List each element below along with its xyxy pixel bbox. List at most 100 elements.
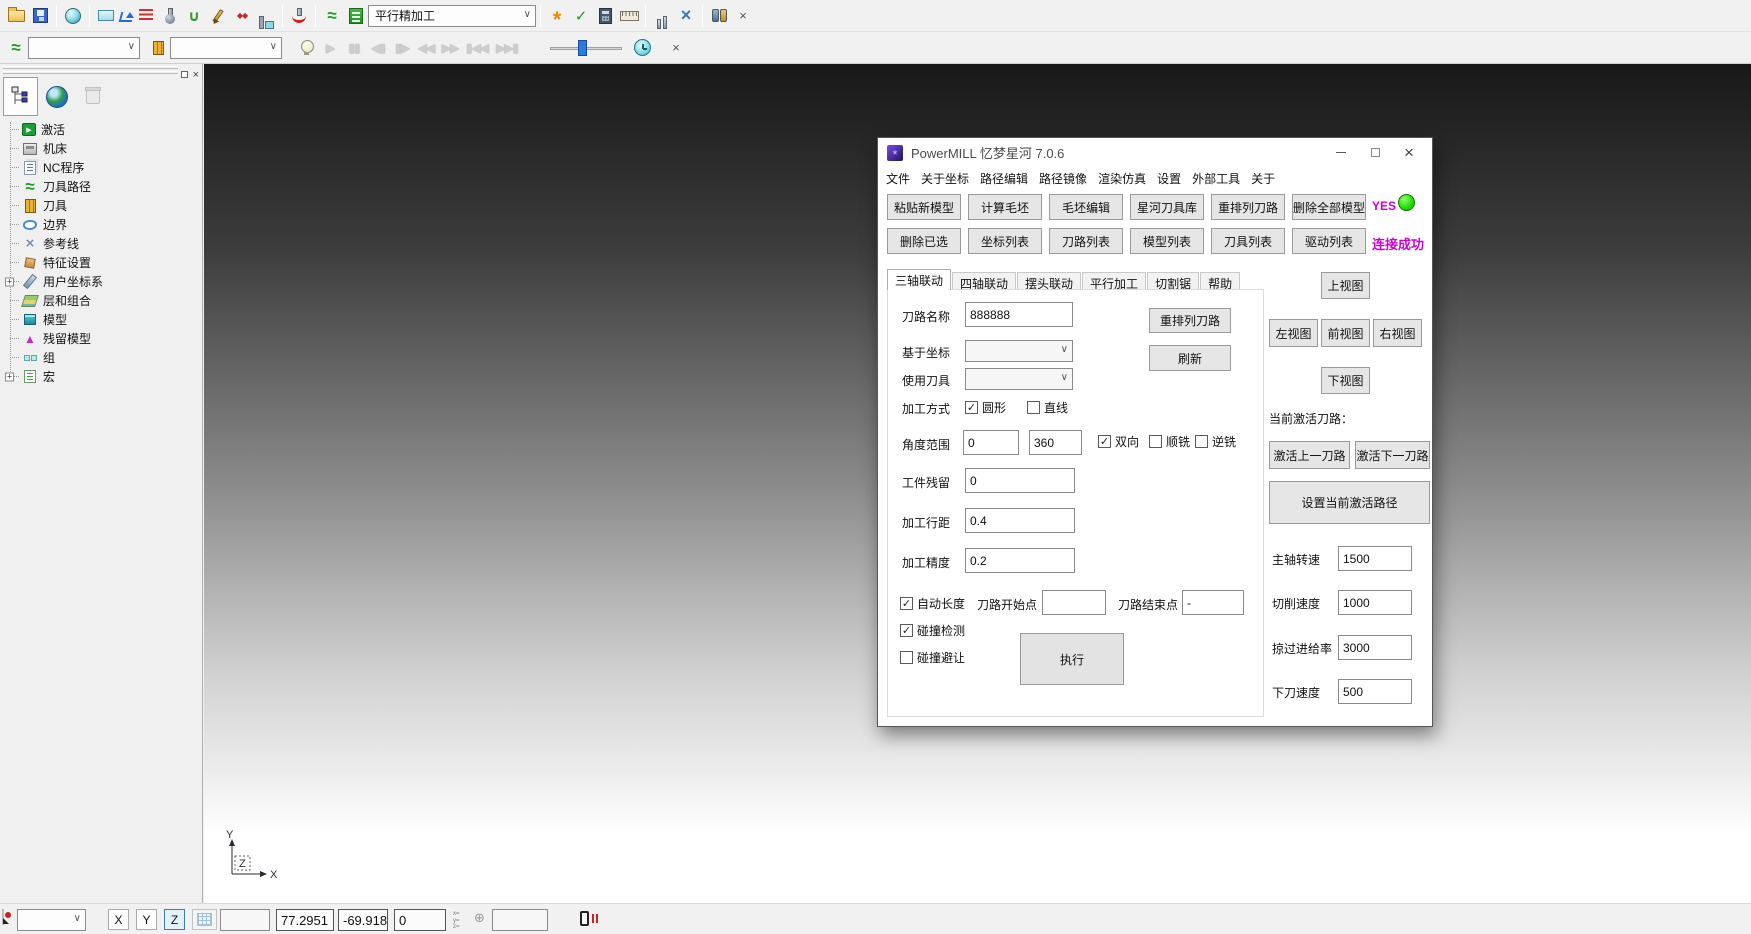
menu-coords[interactable]: 关于坐标 [921,170,969,187]
step-forward-icon[interactable] [390,35,414,61]
drive-list-button[interactable]: 驱动列表 [1292,228,1366,254]
shaded-ball-icon[interactable] [61,3,85,29]
auto-length-checkbox[interactable] [900,597,913,610]
execute-button[interactable]: 执行 [1020,633,1124,685]
view-bottom-button[interactable]: 下视图 [1321,367,1370,394]
circle-checkbox[interactable] [965,401,978,414]
grid-toggle-button[interactable] [192,909,217,930]
tab-3axis[interactable]: 三轴联动 [887,269,951,290]
float-panel-icon[interactable] [181,71,188,78]
go-start-icon[interactable] [462,35,492,61]
set-active-path-button[interactable]: 设置当前激活路径 [1269,481,1430,524]
skim-feed-input[interactable] [1338,635,1412,660]
conventional-checkbox[interactable] [1195,435,1208,448]
tab-explorer[interactable] [3,77,38,116]
menu-file[interactable]: 文件 [886,170,910,187]
refresh-button[interactable]: 刷新 [1149,345,1231,371]
start-point-input[interactable] [1042,590,1106,615]
close-panel-icon[interactable] [193,67,199,81]
activate-prev-button[interactable]: 激活上一刀路 [1269,441,1350,469]
coordinate-x-field[interactable]: 77.2951 [276,909,334,931]
menu-external-tools[interactable]: 外部工具 [1192,170,1240,187]
coord-list-button[interactable]: 坐标列表 [968,228,1042,254]
calculator-icon[interactable] [593,3,617,29]
collision-check-checkbox[interactable] [900,624,913,637]
activate-next-button[interactable]: 激活下一刀路 [1355,441,1430,469]
toolpath-select-combo[interactable] [28,37,140,59]
axis-y-button[interactable]: Y [136,909,157,930]
tree-item-levels[interactable]: 层和组合 [0,291,202,310]
close-toolbar-icon[interactable] [731,3,755,29]
end-point-input[interactable] [1182,590,1244,615]
tree-item-workplane[interactable]: 用户坐标系 [0,272,202,291]
menu-path-mirror[interactable]: 路径镜像 [1039,170,1087,187]
slider-handle[interactable] [578,40,587,56]
line-checkbox[interactable] [1027,401,1040,414]
tab-display[interactable] [39,77,74,116]
cut-icon[interactable] [674,3,698,29]
open-file-icon[interactable] [4,3,28,29]
paste-new-model-button[interactable]: 粘贴新模型 [887,194,961,220]
menu-render-sim[interactable]: 渲染仿真 [1098,170,1146,187]
delete-all-models-button[interactable]: 删除全部模型 [1292,194,1366,220]
calc-block-button[interactable]: 计算毛坯 [968,194,1042,220]
tree-item-macro[interactable]: 宏 [0,367,202,386]
tree-item-group[interactable]: 组 [0,348,202,367]
save-icon[interactable] [28,3,52,29]
position-anchor-icon[interactable] [474,910,485,926]
axis-z-button[interactable]: Z [164,909,185,930]
color-swatch-icon[interactable] [2,909,4,925]
verify-check-icon[interactable] [569,3,593,29]
tool-arc-icon[interactable] [287,3,311,29]
expand-icon[interactable] [5,277,14,286]
menu-path-edit[interactable]: 路径编辑 [980,170,1028,187]
clock-icon[interactable] [630,35,654,61]
plunge-speed-input[interactable] [1338,679,1412,704]
draw-path-icon[interactable] [118,9,134,23]
view-right-button[interactable]: 右视图 [1373,319,1422,347]
tool-library-button[interactable]: 星河刀具库 [1130,194,1204,220]
toolpath-combo[interactable]: 平行精加工 [368,5,536,27]
binoculars-icon[interactable] [707,3,731,29]
toolpath-name-input[interactable] [965,302,1073,327]
feature-tool-icon[interactable] [254,3,278,29]
tolerance-input[interactable] [965,548,1075,573]
minimize-button[interactable] [1324,138,1358,167]
expand-icon[interactable] [5,372,14,381]
play-icon[interactable] [318,35,342,61]
toolpath-wave-icon[interactable] [4,35,28,61]
go-end-icon[interactable] [492,35,522,61]
dialog-titlebar[interactable]: PowerMILL 忆梦星河 7.0.6 [878,138,1432,167]
tree-item-machine[interactable]: 机床 [0,139,202,158]
tree-item-feature-set[interactable]: 特征设置 [0,253,202,272]
tab-4axis[interactable]: 四轴联动 [952,272,1016,290]
block-edit-button[interactable]: 毛坯编辑 [1049,194,1123,220]
pause-icon[interactable] [342,35,366,61]
tab-parallel[interactable]: 平行加工 [1082,272,1146,290]
view-left-button[interactable]: 左视图 [1269,319,1318,347]
statusbar-empty-field-2[interactable] [492,909,548,931]
tab-saw[interactable]: 切割锯 [1147,272,1199,290]
based-coord-combo[interactable] [965,340,1073,362]
lightbulb-icon[interactable] [294,35,318,61]
tree-item-stock-model[interactable]: 残留模型 [0,329,202,348]
tree-item-activate[interactable]: 激活 [0,120,202,139]
coordinate-z-field[interactable]: 0 [394,909,446,931]
cutting-speed-input[interactable] [1338,590,1412,615]
axis-x-button[interactable]: X [108,909,129,930]
collision-avoid-checkbox[interactable] [900,651,913,664]
statusbar-combo[interactable] [17,909,86,931]
fast-forward-icon[interactable] [438,35,462,61]
view-front-button[interactable]: 前视图 [1321,319,1370,347]
tree-item-pattern[interactable]: 参考线 [0,234,202,253]
tree-item-model[interactable]: 模型 [0,310,202,329]
stepover-input[interactable] [965,508,1075,533]
climb-checkbox[interactable] [1149,435,1162,448]
stock-input[interactable] [965,468,1075,493]
collision-spark-icon[interactable] [545,3,569,29]
active-toolpath-list-icon[interactable] [344,3,368,29]
tab-swivel[interactable]: 摆头联动 [1017,272,1081,290]
tool-pair-icon[interactable] [650,3,674,29]
close-button[interactable] [1392,138,1426,167]
view-top-button[interactable]: 上视图 [1321,272,1370,299]
